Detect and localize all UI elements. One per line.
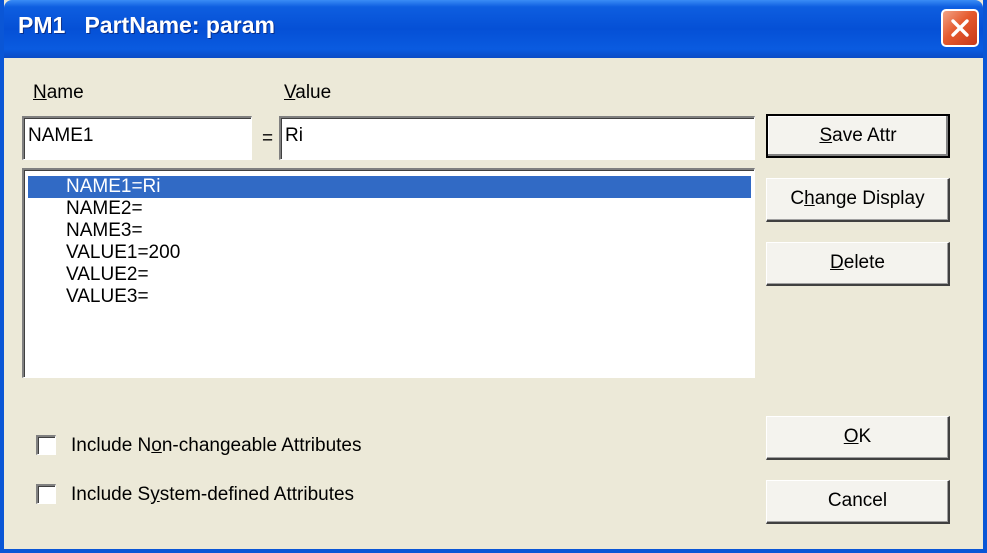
delete-button[interactable]: Delete — [766, 242, 950, 286]
ok-button[interactable]: OK — [766, 416, 950, 460]
system-defined-checkbox[interactable] — [36, 484, 56, 504]
equals-sign: = — [262, 128, 274, 149]
save-attr-button[interactable]: Save Attr — [766, 114, 950, 158]
cancel-button[interactable]: Cancel — [766, 480, 950, 524]
close-button[interactable] — [941, 9, 979, 47]
list-item[interactable]: NAME3= — [28, 220, 751, 242]
list-item[interactable]: VALUE1=200 — [28, 242, 751, 264]
list-item[interactable]: NAME1=Ri — [28, 176, 751, 198]
value-label: Value — [284, 82, 332, 103]
list-item[interactable]: VALUE2= — [28, 264, 751, 286]
name-label: Name — [33, 82, 84, 103]
change-display-button[interactable]: Change Display — [766, 178, 950, 222]
title-bar[interactable]: PM1 PartName: param — [4, 0, 983, 58]
name-input[interactable]: NAME1 — [22, 116, 252, 160]
dialog-window: PM1 PartName: param Name Value NAME1 = R… — [0, 0, 987, 553]
system-defined-label[interactable]: Include System-defined Attributes — [71, 484, 354, 506]
close-icon — [951, 19, 969, 37]
non-changeable-label[interactable]: Include Non-changeable Attributes — [71, 435, 362, 457]
value-input[interactable]: Ri — [279, 116, 755, 160]
attribute-list[interactable]: NAME1=Ri NAME2= NAME3= VALUE1=200 VALUE2… — [22, 168, 755, 378]
list-item[interactable]: VALUE3= — [28, 286, 751, 308]
non-changeable-checkbox[interactable] — [36, 435, 56, 455]
window-title: PM1 PartName: param — [18, 12, 275, 38]
list-item[interactable]: NAME2= — [28, 198, 751, 220]
